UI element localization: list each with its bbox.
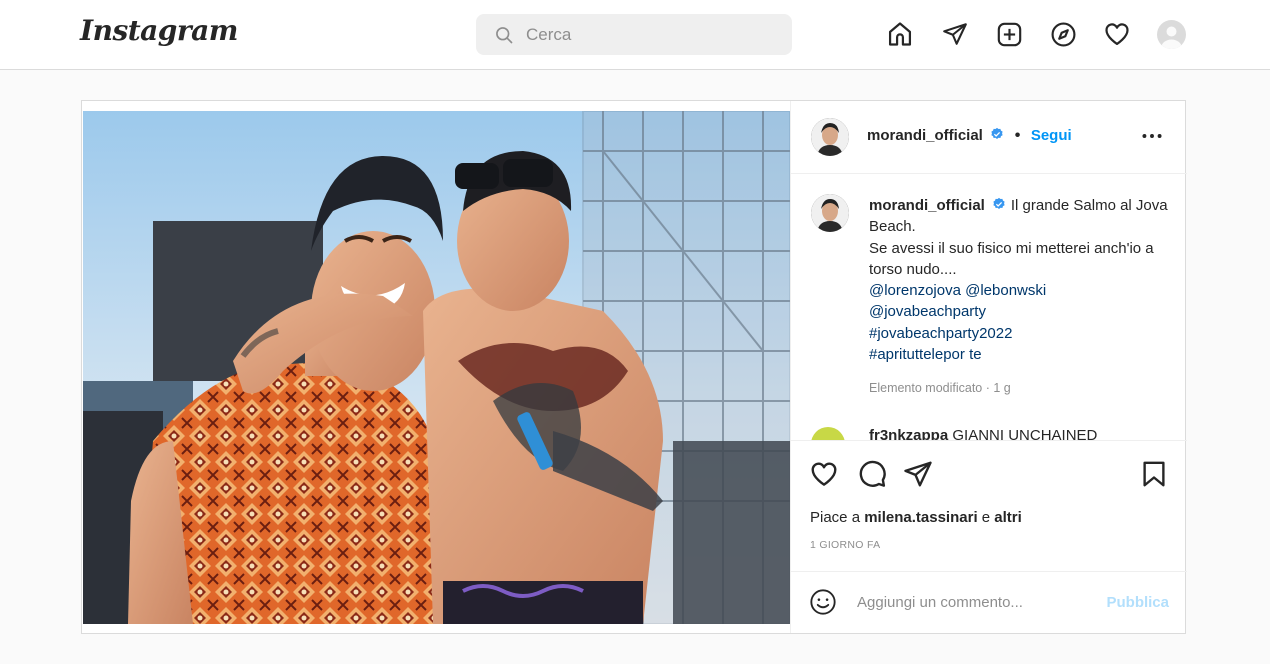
- author-username[interactable]: morandi_official: [867, 127, 983, 144]
- publish-button[interactable]: Pubblica: [1106, 594, 1169, 611]
- top-navigation-bar: Instagram: [0, 0, 1270, 70]
- avatar[interactable]: [1157, 20, 1186, 49]
- more-options-icon[interactable]: [1139, 123, 1165, 149]
- post-card: morandi_official • Segui morandi_officia…: [81, 100, 1187, 634]
- commenter-avatar[interactable]: [811, 427, 845, 440]
- comments-section[interactable]: morandi_official Il grande Salmo al Jova …: [791, 175, 1187, 441]
- comment-body: GIANNI UNCHAINED: [952, 427, 1098, 441]
- home-icon[interactable]: [885, 19, 915, 49]
- new-post-icon[interactable]: [994, 19, 1024, 49]
- likes-summary: Piace a milena.tassinari e altri: [810, 509, 1022, 526]
- likes-connector: e: [981, 509, 991, 526]
- emoji-icon[interactable]: [809, 588, 837, 616]
- direct-icon[interactable]: [940, 19, 970, 49]
- caption-mention-2[interactable]: @jovabeachparty: [869, 301, 1169, 322]
- caption-username[interactable]: morandi_official: [869, 197, 985, 214]
- post-photo[interactable]: [83, 111, 790, 624]
- separator-dot: •: [1014, 127, 1021, 144]
- share-icon[interactable]: [903, 459, 933, 489]
- search-input[interactable]: [526, 14, 776, 55]
- search-box[interactable]: [476, 14, 792, 55]
- comment-item: fr3nkzappa GIANNI UNCHAINED: [809, 425, 1179, 441]
- commenter-username[interactable]: fr3nkzappa: [869, 427, 948, 440]
- post-caption: morandi_official Il grande Salmo al Jova …: [869, 195, 1169, 365]
- caption-meta: Elemento modificato · 1 g: [869, 381, 1011, 395]
- add-comment-bar: Pubblica: [791, 571, 1187, 633]
- post-header: morandi_official • Segui: [791, 101, 1187, 174]
- comment-input[interactable]: [857, 588, 1087, 616]
- verified-badge-icon: [993, 197, 1005, 209]
- post-sidebar: morandi_official • Segui morandi_officia…: [790, 101, 1187, 633]
- instagram-logo[interactable]: Instagram: [80, 14, 238, 47]
- post-timestamp[interactable]: 1 GIORNO FA: [810, 539, 880, 551]
- post-actions: [791, 441, 1187, 501]
- post-header-text: morandi_official • Segui: [867, 127, 1072, 145]
- caption-mention-1[interactable]: @lorenzojova @lebonwski: [869, 280, 1169, 301]
- author-avatar[interactable]: [811, 118, 849, 156]
- verified-badge-icon: [991, 127, 1003, 139]
- follow-button[interactable]: Segui: [1031, 127, 1072, 144]
- caption-author-avatar[interactable]: [811, 194, 849, 232]
- activity-icon[interactable]: [1102, 19, 1132, 49]
- likes-prefix: Piace a: [810, 509, 861, 526]
- likes-others[interactable]: altri: [994, 509, 1022, 526]
- like-icon[interactable]: [809, 459, 839, 489]
- comment-icon[interactable]: [857, 459, 887, 489]
- caption-hashtag-1[interactable]: #jovabeachparty2022: [869, 323, 1169, 344]
- caption-hashtag-2[interactable]: #aprituttelepor te: [869, 344, 1169, 365]
- search-icon: [496, 27, 513, 44]
- caption-line-2: Se avessi il suo fisico mi metterei anch…: [869, 239, 1154, 278]
- comment-text: fr3nkzappa GIANNI UNCHAINED: [869, 427, 1098, 441]
- likes-user[interactable]: milena.tassinari: [864, 509, 977, 526]
- save-icon[interactable]: [1139, 459, 1169, 489]
- explore-icon[interactable]: [1048, 19, 1078, 49]
